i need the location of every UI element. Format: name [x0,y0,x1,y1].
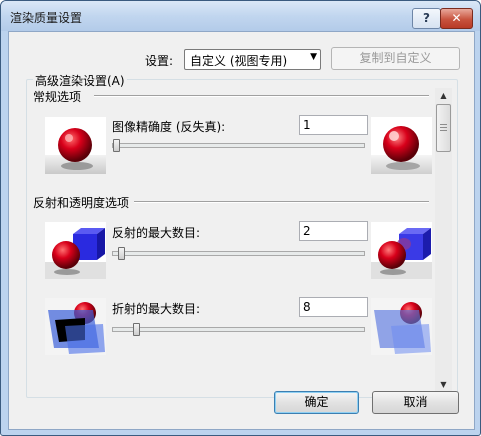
max-reflections-value: 2 [303,224,311,238]
advanced-settings-caption: 高级渲染设置(A) [33,72,127,89]
ok-button[interactable]: 确定 [274,391,359,414]
max-reflections-label: 反射的最大数目: [112,226,201,240]
dialog-client-area: 设置: 自定义 (视图专用) ▼ 复制到自定义 高级渲染设置(A) 常规选项 图… [8,31,475,430]
general-options-divider [94,95,429,97]
settings-label: 设置: [145,54,174,68]
settings-combo[interactable]: 自定义 (视图专用) ▼ [184,49,321,70]
scroll-up-icon[interactable]: ▲ [435,88,452,103]
close-button[interactable]: ✕ [440,8,473,29]
antialias-label: 图像精确度 (反失真): [112,120,226,134]
reflection-options-title: 反射和透明度选项 [33,196,130,210]
refraction-low-preview [45,298,106,355]
title-bar[interactable]: 渲染质量设置 ? ✕ [1,1,480,31]
scroll-down-icon[interactable]: ▼ [435,377,452,392]
refraction-high-preview [371,298,432,355]
max-reflections-input[interactable]: 2 [299,221,368,241]
reflection-low-preview [45,222,106,279]
max-reflections-slider-handle[interactable] [117,247,125,260]
max-refractions-slider-handle[interactable] [132,323,140,336]
dialog-window: 渲染质量设置 ? ✕ 设置: 自定义 (视图专用) ▼ 复制到自定义 高级渲染设… [0,0,481,436]
antialias-slider-track[interactable] [112,143,365,148]
cancel-button[interactable]: 取消 [372,391,459,414]
antialias-value: 1 [303,118,311,132]
general-options-title: 常规选项 [33,90,82,104]
reflection-options-divider [134,201,429,203]
max-refractions-label: 折射的最大数目: [112,302,201,316]
scrollbar-thumb[interactable] [436,104,451,152]
settings-scrollbar[interactable]: ▲ ▼ [435,88,452,392]
max-refractions-slider-track[interactable] [112,327,365,332]
low-quality-sphere-preview [45,117,106,174]
max-refractions-input[interactable]: 8 [299,297,368,317]
reflection-high-preview [371,222,432,279]
settings-combo-value: 自定义 (视图专用) [190,54,288,68]
window-title: 渲染质量设置 [10,11,83,25]
chevron-down-icon[interactable]: ▼ [310,52,317,62]
copy-to-custom-button[interactable]: 复制到自定义 [331,47,460,70]
max-refractions-value: 8 [303,300,311,314]
max-reflections-slider-track[interactable] [112,251,365,256]
antialias-slider-handle[interactable] [113,139,120,152]
help-button[interactable]: ? [412,8,441,29]
antialias-input[interactable]: 1 [299,115,368,135]
high-quality-sphere-preview [371,117,432,174]
